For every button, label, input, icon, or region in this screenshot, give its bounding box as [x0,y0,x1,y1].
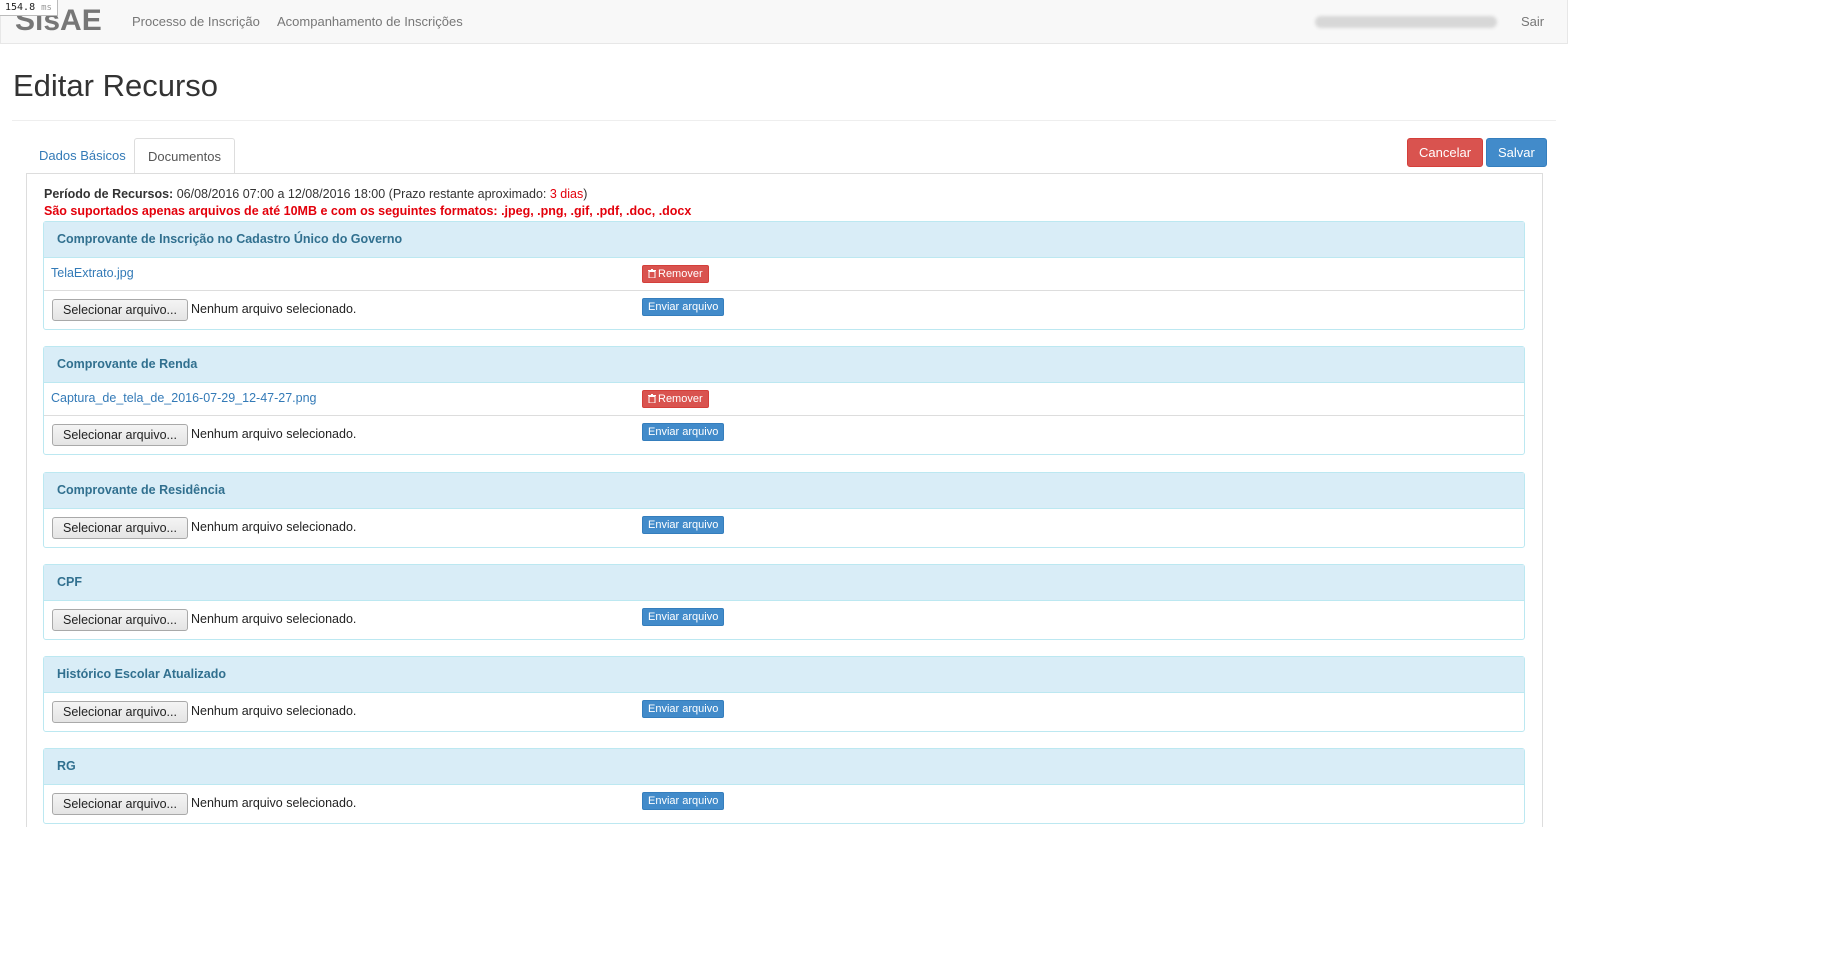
uploaded-file-row: TelaExtrato.jpg Remover [44,258,1524,291]
send-file-button[interactable]: Enviar arquivo [642,700,725,718]
send-file-button[interactable]: Enviar arquivo [642,792,725,810]
upload-row: Selecionar arquivo... Nenhum arquivo sel… [44,601,1524,639]
select-file-button[interactable]: Selecionar arquivo... [52,609,188,631]
upload-row: Selecionar arquivo... Nenhum arquivo sel… [44,416,1524,454]
upload-row: Selecionar arquivo... Nenhum arquivo sel… [44,693,1524,731]
send-file-button[interactable]: Enviar arquivo [642,298,725,316]
panel-title: Histórico Escolar Atualizado [44,657,1524,693]
title-divider [12,120,1556,121]
timing-badge: 154.8 ms [0,0,58,16]
panel-title: RG [44,749,1524,785]
upload-row: Selecionar arquivo... Nenhum arquivo sel… [44,785,1524,823]
document-panel: Comprovante de Residência Selecionar arq… [43,472,1525,548]
document-panel: CPF Selecionar arquivo... Nenhum arquivo… [43,564,1525,640]
upload-row: Selecionar arquivo... Nenhum arquivo sel… [44,291,1524,329]
select-file-button[interactable]: Selecionar arquivo... [52,517,188,539]
page: SisAE Processo de Inscrição Acompanhamen… [0,0,1568,827]
document-panel: Comprovante de Renda Captura_de_tela_de_… [43,346,1525,455]
period-label: Período de Recursos: [44,187,174,201]
logout-link[interactable]: Sair [1521,14,1544,30]
remove-label: Remover [658,268,703,280]
select-file-button[interactable]: Selecionar arquivo... [52,424,188,446]
nav-link-acompanhamento[interactable]: Acompanhamento de Inscrições [277,14,463,30]
timing-value: 154.8 [5,2,36,13]
send-file-button[interactable]: Enviar arquivo [642,516,725,534]
tab-dados-basicos[interactable]: Dados Básicos [26,138,139,174]
document-panel: Histórico Escolar Atualizado Selecionar … [43,656,1525,732]
no-file-text: Nenhum arquivo selecionado. [191,612,357,626]
remaining-time: 3 dias [549,187,584,201]
select-file-button[interactable]: Selecionar arquivo... [52,793,188,815]
uploaded-file-link[interactable]: Captura_de_tela_de_2016-07-29_12-47-27.p… [51,391,317,405]
panel-title: CPF [44,565,1524,601]
document-panel: Comprovante de Inscrição no Cadastro Úni… [43,221,1525,330]
uploaded-file-link[interactable]: TelaExtrato.jpg [51,266,134,280]
panel-title: Comprovante de Residência [44,473,1524,509]
timing-unit: ms [41,3,52,13]
panel-title: Comprovante de Renda [44,347,1524,383]
no-file-text: Nenhum arquivo selecionado. [191,427,357,441]
trash-icon [648,269,656,278]
send-file-button[interactable]: Enviar arquivo [642,608,725,626]
period-value: 06/08/2016 07:00 a 12/08/2016 18:00 (Pra… [176,187,550,201]
period-close: ) [583,187,588,201]
upload-row: Selecionar arquivo... Nenhum arquivo sel… [44,509,1524,547]
no-file-text: Nenhum arquivo selecionado. [191,796,357,810]
user-name-redacted [1315,16,1497,28]
period-info: Período de Recursos: 06/08/2016 07:00 a … [44,186,587,202]
cancel-button[interactable]: Cancelar [1407,138,1484,167]
select-file-button[interactable]: Selecionar arquivo... [52,299,188,321]
file-format-warning: São suportados apenas arquivos de até 10… [44,204,692,218]
navbar: SisAE Processo de Inscrição Acompanhamen… [0,0,1568,44]
remove-label: Remover [658,393,703,405]
select-file-button[interactable]: Selecionar arquivo... [52,701,188,723]
no-file-text: Nenhum arquivo selecionado. [191,704,357,718]
remove-file-button[interactable]: Remover [642,390,709,408]
save-button[interactable]: Salvar [1486,138,1547,167]
uploaded-file-row: Captura_de_tela_de_2016-07-29_12-47-27.p… [44,383,1524,416]
page-title: Editar Recurso [13,68,219,103]
panel-title: Comprovante de Inscrição no Cadastro Úni… [44,222,1524,258]
document-panel: RG Selecionar arquivo... Nenhum arquivo … [43,748,1525,824]
no-file-text: Nenhum arquivo selecionado. [191,520,357,534]
tab-documentos[interactable]: Documentos [134,138,235,174]
remove-file-button[interactable]: Remover [642,265,709,283]
nav-link-processo-inscricao[interactable]: Processo de Inscrição [132,14,260,30]
no-file-text: Nenhum arquivo selecionado. [191,302,357,316]
trash-icon [648,394,656,403]
send-file-button[interactable]: Enviar arquivo [642,423,725,441]
